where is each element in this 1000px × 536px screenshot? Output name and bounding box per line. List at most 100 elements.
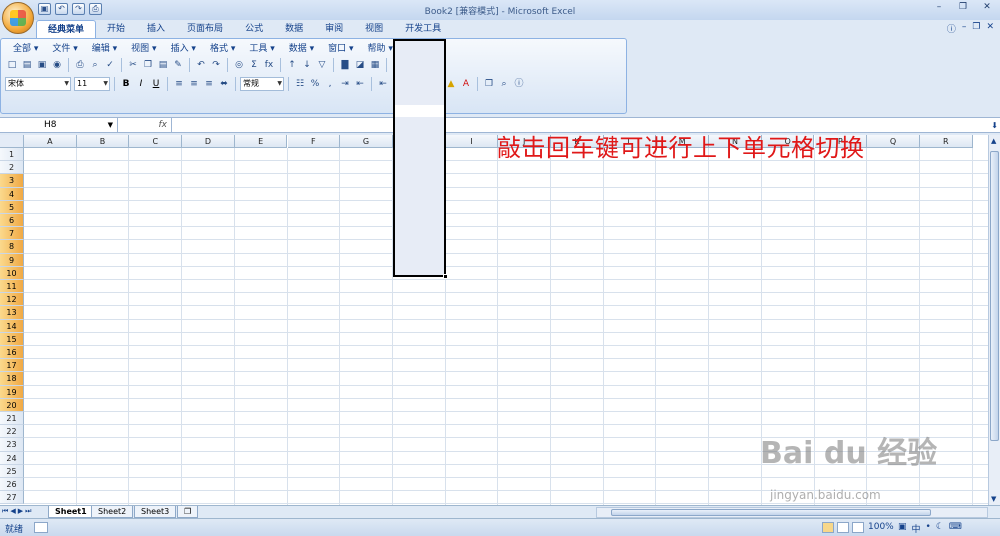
redo-toolbar-icon[interactable]: ↷ [209,58,223,72]
save-icon[interactable]: ▣ [38,3,51,15]
fill-handle[interactable] [443,274,448,279]
sheet-tab[interactable]: Sheet2 [91,506,134,518]
row-header[interactable]: 27 [0,491,24,505]
row-header[interactable]: 19 [0,385,24,399]
currency-icon[interactable]: ☷ [293,77,307,91]
ime-icon[interactable]: ▣ [898,522,907,535]
ribbon-tab[interactable]: 视图 [354,20,394,38]
column-header[interactable]: E [234,135,288,148]
ribbon-tab[interactable]: 开始 [96,20,136,38]
undo-icon[interactable]: ↶ [55,3,68,15]
vertical-scroll-thumb[interactable] [990,151,999,441]
row-header[interactable]: 11 [0,280,24,294]
page-break-icon[interactable] [852,522,864,533]
hyperlink-icon[interactable]: ◎ [232,58,246,72]
close-icon[interactable]: ✕ [976,1,998,15]
active-cell[interactable] [395,105,444,117]
percent-button[interactable]: % [308,77,322,91]
permission-icon[interactable]: ◉ [50,58,64,72]
ribbon-restore-icon[interactable]: ❐ [972,22,980,35]
classic-menu-item[interactable]: 数据 ▾ [282,43,321,55]
office-button[interactable] [2,2,34,34]
row-header[interactable]: 14 [0,319,24,333]
chart-icon[interactable]: ▇ [338,58,352,72]
number-format-select[interactable]: 常规 ▼ [240,77,284,91]
sort-descending-icon[interactable]: ↓ [300,58,314,72]
normal-view-icon[interactable] [822,522,834,533]
classic-menu-item[interactable]: 编辑 ▾ [85,43,124,55]
row-header[interactable]: 26 [0,478,24,492]
cut-icon[interactable]: ✂ [126,58,140,72]
column-header[interactable]: C [129,135,183,148]
row-header[interactable]: 5 [0,200,24,214]
insert-sheet-icon[interactable]: ❐ [177,506,199,518]
classic-menu-item[interactable]: 工具 ▾ [242,43,281,55]
column-header[interactable]: I [445,135,499,148]
decrease-decimal-icon[interactable]: ⇤ [353,77,367,91]
column-header[interactable]: A [24,135,77,148]
row-header[interactable]: 9 [0,253,24,267]
ribbon-tab[interactable]: 开发工具 [394,20,452,38]
merge-center-icon[interactable]: ⬌ [217,77,231,91]
ime-mode-icon[interactable]: 中 [912,522,921,535]
restore-icon[interactable]: ❐ [952,1,974,15]
punctuation-icon[interactable]: • [926,522,931,535]
styles-icon[interactable]: ❐ [482,77,496,91]
horizontal-scrollbar[interactable] [596,507,988,518]
sheet-tab[interactable]: Sheet1 [48,506,94,518]
classic-menu-item[interactable]: 插入 ▾ [164,43,203,55]
insert-function-button[interactable]: fx [120,118,172,133]
align-left-icon[interactable]: ≡ [172,77,186,91]
classic-menu-item[interactable]: 文件 ▾ [45,43,84,55]
row-header[interactable]: 20 [0,398,24,412]
classic-menu-item[interactable]: 格式 ▾ [203,43,242,55]
scroll-up-icon[interactable]: ▲ [991,137,996,145]
sheet-tab[interactable]: Sheet3 [134,506,177,518]
column-header[interactable]: G [340,135,393,148]
help-toolbar-icon[interactable]: ⓘ [512,77,526,91]
format-painter-icon[interactable]: ✎ [171,58,185,72]
next-sheet-icon[interactable]: ▶ [18,507,23,516]
row-header[interactable]: 23 [0,438,24,452]
last-sheet-icon[interactable]: ⏭ [25,507,31,516]
ribbon-tab[interactable]: 审阅 [314,20,354,38]
new-icon[interactable]: □ [5,58,19,72]
row-header[interactable]: 21 [0,412,24,426]
row-header[interactable]: 1 [0,148,24,162]
help-icon[interactable]: ⓘ [947,22,956,35]
zoom-icon[interactable]: ⌕ [497,77,511,91]
row-header[interactable]: 16 [0,346,24,360]
column-header[interactable]: F [287,135,341,148]
classic-menu-item[interactable]: 窗口 ▾ [321,43,360,55]
row-header[interactable]: 18 [0,372,24,386]
font-color-icon[interactable]: A [459,77,473,91]
ribbon-tab[interactable]: 公式 [234,20,274,38]
ribbon-tab[interactable]: 经典菜单 [36,20,97,38]
spelling-icon[interactable]: ✓ [103,58,117,72]
select-all-corner[interactable] [0,135,24,148]
ribbon-tab[interactable]: 页面布局 [176,20,234,38]
prev-sheet-icon[interactable]: ◀ [10,507,15,516]
print-preview-icon[interactable]: ⎙ [89,3,102,15]
column-header[interactable]: R [919,135,973,148]
function-icon[interactable]: fx [262,58,276,72]
filter-icon[interactable]: ▽ [315,58,329,72]
row-header[interactable]: 12 [0,293,24,307]
ribbon-minimize-icon[interactable]: – [962,22,967,35]
save-toolbar-icon[interactable]: ▣ [35,58,49,72]
row-header[interactable]: 2 [0,161,24,175]
scroll-down-icon[interactable]: ▼ [991,495,996,503]
expand-formula-icon[interactable]: ⬇ [991,118,998,133]
row-header[interactable]: 25 [0,464,24,478]
autosum-icon[interactable]: Σ [247,58,261,72]
row-header[interactable]: 17 [0,359,24,373]
comma-button[interactable]: , [323,77,337,91]
increase-decimal-icon[interactable]: ⇥ [338,77,352,91]
paste-icon[interactable]: ▤ [156,58,170,72]
classic-menu-item[interactable]: 全部 ▾ [6,43,45,55]
underline-button[interactable]: U [149,77,163,91]
row-header[interactable]: 8 [0,240,24,254]
copy-icon[interactable]: ❐ [141,58,155,72]
first-sheet-icon[interactable]: ⏮ [2,507,8,516]
ribbon-close-icon[interactable]: ✕ [986,22,994,35]
